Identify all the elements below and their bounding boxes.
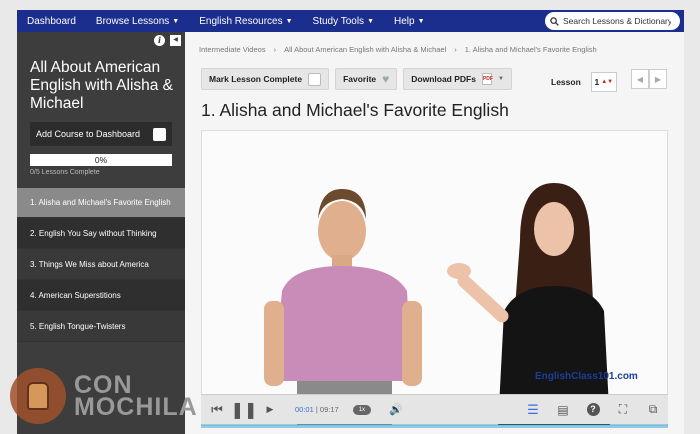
nav-browse-lessons[interactable]: Browse Lessons ▼ — [86, 16, 189, 27]
rewind-icon[interactable]: ⏮ — [205, 402, 229, 418]
heart-icon: ♥ — [382, 72, 390, 86]
lesson-item-5[interactable]: 5. English Tongue-Twisters — [17, 311, 185, 342]
lesson-list: 1. Alisha and Michael's Favorite English… — [17, 188, 185, 342]
lesson-selector: Lesson 1 ▲▼ — [551, 72, 617, 92]
caret-down-icon: ▼ — [285, 17, 293, 25]
video-scrubber[interactable] — [201, 424, 668, 428]
breadcrumb-separator: › — [273, 45, 277, 54]
pause-icon[interactable]: ❚❚ — [229, 400, 259, 420]
breadcrumb-intermediate-videos[interactable]: Intermediate Videos — [199, 45, 266, 54]
lesson-item-2[interactable]: 2. English You Say without Thinking — [17, 218, 185, 249]
lesson-select[interactable]: 1 ▲▼ — [590, 72, 617, 92]
video-watermark: EnglishClass101.com — [535, 371, 638, 382]
video-player[interactable]: EnglishClass101.com — [201, 130, 668, 426]
pdf-icon: PDF — [481, 73, 493, 85]
mark-complete-checkbox[interactable] — [308, 72, 322, 86]
caret-down-icon: ▼ — [367, 17, 374, 25]
mark-complete-button[interactable]: Mark Lesson Complete — [201, 68, 330, 90]
caret-down-icon: ▼ — [417, 17, 425, 25]
breadcrumb: Intermediate Videos › All About American… — [199, 45, 597, 54]
search-icon — [550, 16, 559, 26]
video-controls: ⏮ ❚❚ ▶ 00:01 | 09:17 1x 🔊 ☰ ▤ ? ⛶ ⧉ — [201, 394, 668, 424]
search-input[interactable] — [563, 16, 671, 26]
favorite-button[interactable]: Favorite ♥ — [335, 68, 398, 90]
backpack-icon — [10, 368, 66, 424]
popout-icon[interactable]: ⧉ — [638, 402, 668, 417]
progress-bar: 0% — [30, 154, 172, 166]
transcript-icon[interactable]: ▤ — [548, 403, 578, 417]
updown-icon: ▲▼ — [601, 79, 614, 85]
nav-help[interactable]: Help ▼ — [384, 16, 435, 27]
collapse-icon[interactable]: ◀ — [170, 35, 181, 46]
search-box[interactable] — [545, 12, 680, 30]
main-content: Intermediate Videos › All About American… — [185, 32, 684, 434]
info-icon[interactable]: i — [154, 35, 165, 46]
lesson-title: 1. Alisha and Michael's Favorite English — [201, 100, 509, 120]
list-icon[interactable]: ☰ — [518, 402, 548, 418]
fullscreen-icon[interactable]: ⛶ — [608, 402, 638, 417]
caret-down-icon: ▼ — [497, 76, 504, 82]
help-icon[interactable]: ? — [578, 403, 608, 416]
caret-down-icon: ▼ — [172, 17, 180, 25]
download-pdfs-button[interactable]: Download PDFs PDF ▼ — [403, 68, 512, 90]
add-course-to-dashboard[interactable]: Add Course to Dashboard — [30, 122, 172, 146]
course-title: All About American English with Alisha &… — [30, 59, 174, 112]
lesson-toolbar: Mark Lesson Complete Favorite ♥ Download… — [201, 68, 512, 90]
progress-sub: 0/5 Lessons Complete — [30, 169, 100, 176]
nav-english-resources[interactable]: English Resources ▼ — [189, 16, 302, 27]
lesson-pager: ◀ ▶ — [631, 69, 667, 89]
prev-lesson-button[interactable]: ◀ — [631, 69, 649, 89]
breadcrumb-lesson: 1. Alisha and Michael's Favorite English — [464, 45, 597, 54]
breadcrumb-course[interactable]: All About American English with Alisha &… — [284, 45, 446, 54]
volume-icon[interactable]: 🔊 — [381, 403, 411, 416]
lesson-item-4[interactable]: 4. American Superstitions — [17, 280, 185, 311]
nav-dashboard[interactable]: Dashboard — [17, 16, 86, 27]
play-next-icon[interactable]: ▶ — [259, 404, 281, 415]
brand-watermark: CON MOCHILA — [10, 368, 198, 424]
breadcrumb-separator: › — [454, 45, 457, 54]
time-display: 00:01 | 09:17 — [295, 405, 339, 414]
lesson-item-3[interactable]: 3. Things We Miss about America — [17, 249, 185, 280]
top-nav: Dashboard Browse Lessons ▼ English Resour… — [17, 10, 684, 32]
nav-study-tools[interactable]: Study Tools ▼ — [303, 16, 384, 27]
next-lesson-button[interactable]: ▶ — [649, 69, 667, 89]
lesson-item-1[interactable]: 1. Alisha and Michael's Favorite English — [17, 188, 185, 218]
add-course-checkbox[interactable] — [153, 127, 166, 141]
speed-button[interactable]: 1x — [352, 404, 372, 415]
